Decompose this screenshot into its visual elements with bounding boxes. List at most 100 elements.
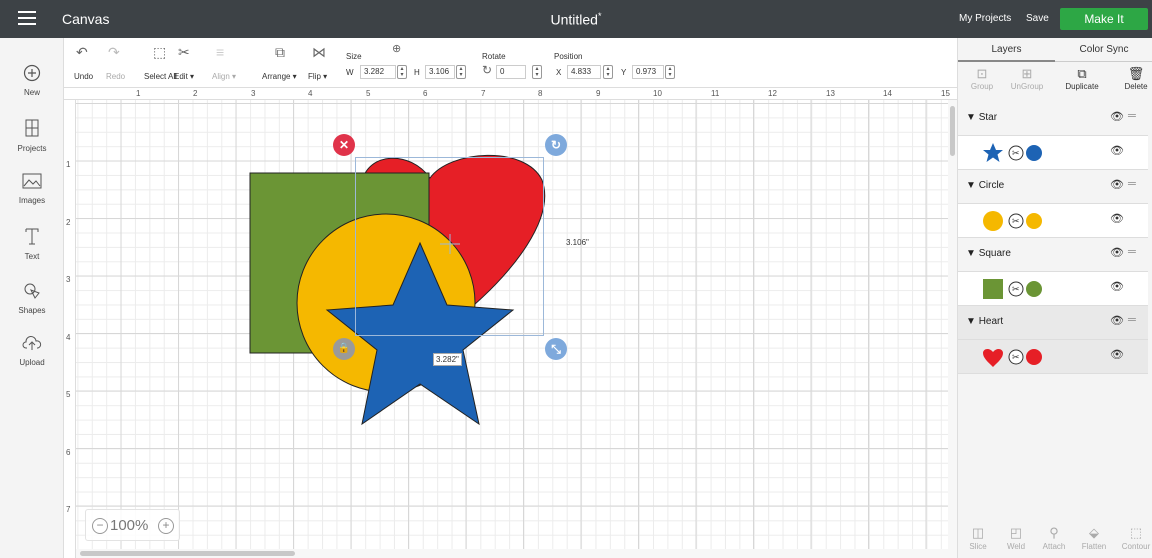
x-input[interactable]: 4.833 xyxy=(567,65,601,79)
delete-handle-icon[interactable]: ✕ xyxy=(333,134,355,156)
slice-button: ◫ Slice xyxy=(958,524,998,551)
arrange-menu[interactable]: Arrange ▾ xyxy=(262,72,297,81)
contour-button: ⬚ Contour xyxy=(1116,524,1152,551)
rotate-stepper[interactable]: ▴ ▾ xyxy=(532,65,542,79)
sidebar-item-projects[interactable]: Projects xyxy=(0,118,64,153)
sidebar-item-upload[interactable]: Upload xyxy=(0,334,64,367)
size-label: Size xyxy=(346,52,362,61)
eye-icon[interactable]: 👁 xyxy=(1110,280,1124,293)
rotate-input[interactable]: 0 xyxy=(496,65,526,79)
eye-icon[interactable]: 👁 xyxy=(1110,314,1124,327)
layer-item-square[interactable]: ✂ 👁 xyxy=(958,272,1148,306)
duplicate-icon: ⧉ xyxy=(1077,66,1087,81)
zoom-out-button[interactable]: − xyxy=(92,518,108,534)
drag-handle-icon[interactable]: ═ xyxy=(1128,314,1136,326)
rotate-handle-icon[interactable]: ↻ xyxy=(545,134,567,156)
shapes-icon xyxy=(0,280,64,304)
layer-item-heart[interactable]: ✂ 👁 xyxy=(958,340,1148,374)
slice-icon: ◫ xyxy=(971,525,985,540)
zoom-control: − 100% + xyxy=(85,509,180,541)
width-stepper[interactable]: ▴ ▾ xyxy=(397,65,407,79)
eye-icon[interactable]: 👁 xyxy=(1110,348,1124,361)
layer-group-heart[interactable]: ▼ Heart 👁 ═ xyxy=(958,306,1148,340)
flatten-button: ⬙ Flatten xyxy=(1074,524,1114,551)
drag-handle-icon[interactable]: ═ xyxy=(1128,178,1136,190)
sidebar-label: Images xyxy=(18,196,46,205)
eye-icon[interactable]: 👁 xyxy=(1110,246,1124,259)
ungroup-button: ⊞ UnGroup xyxy=(1003,66,1051,91)
unsaved-mark: * xyxy=(597,11,602,21)
duplicate-button[interactable]: ⧉ Duplicate xyxy=(1058,66,1106,91)
top-ruler: 1 2 3 4 5 6 7 8 9 10 11 12 13 14 15 xyxy=(64,88,957,100)
tab-color-sync[interactable]: Color Sync xyxy=(1055,38,1152,62)
save-link[interactable]: Save xyxy=(1026,13,1049,24)
eye-icon[interactable]: 👁 xyxy=(1110,178,1124,191)
height-input[interactable]: 3.106 xyxy=(425,65,455,79)
horizontal-scroll-thumb[interactable] xyxy=(80,551,295,556)
layer-actions-bar: ◫ Slice ◰ Weld ⚲ Attach ⬙ Flatten ⬚ Contour xyxy=(958,524,1152,558)
flip-icon[interactable]: ⋈ xyxy=(312,44,326,61)
document-title[interactable]: Untitled xyxy=(551,12,598,28)
vertical-scroll-thumb[interactable] xyxy=(950,106,955,156)
lock-handle-icon[interactable]: 🔒 xyxy=(333,338,355,360)
vertical-scrollbar[interactable] xyxy=(948,100,957,558)
layer-group-circle[interactable]: ▼ Circle 👁 ═ xyxy=(958,170,1148,204)
svg-text:✂: ✂ xyxy=(1012,216,1020,226)
ruler-tick: 4 xyxy=(308,89,313,98)
height-stepper[interactable]: ▴ ▾ xyxy=(456,65,466,79)
layer-group-square[interactable]: ▼ Square 👁 ═ xyxy=(958,238,1148,272)
y-input[interactable]: 0.973 xyxy=(632,65,664,79)
ruler-tick: 4 xyxy=(66,333,71,342)
drag-handle-icon[interactable]: ═ xyxy=(1128,110,1136,122)
ruler-tick: 5 xyxy=(66,390,71,399)
layer-item-star[interactable]: ✂ 👁 xyxy=(958,136,1148,170)
sidebar-item-text[interactable]: Text xyxy=(0,226,64,261)
edit-menu[interactable]: Edit ▾ xyxy=(174,72,194,81)
select-all-icon[interactable]: ⬚ xyxy=(153,44,166,61)
selection-box[interactable] xyxy=(355,157,544,336)
layer-group-star[interactable]: ▼ Star 👁 ═ xyxy=(958,102,1148,136)
sidebar-item-new[interactable]: New xyxy=(0,64,64,97)
eye-icon[interactable]: 👁 xyxy=(1110,110,1124,123)
layer-name: ▼ Star xyxy=(966,112,998,123)
menu-icon[interactable] xyxy=(18,11,36,25)
tab-layers[interactable]: Layers xyxy=(958,38,1055,62)
ruler-tick: 3 xyxy=(251,89,256,98)
projects-icon xyxy=(0,118,64,142)
my-projects-link[interactable]: My Projects xyxy=(959,13,1011,24)
weld-icon: ◰ xyxy=(1009,525,1023,540)
sidebar-item-shapes[interactable]: Shapes xyxy=(0,280,64,315)
undo-icon[interactable]: ↶ xyxy=(76,44,88,61)
resize-handle-icon[interactable]: ⤡ xyxy=(545,338,567,360)
ruler-tick: 10 xyxy=(653,89,662,98)
sidebar-item-images[interactable]: Images xyxy=(0,172,64,205)
lock-ratio-icon[interactable]: ⊕ xyxy=(392,42,401,55)
x-stepper[interactable]: ▴ ▾ xyxy=(603,65,613,79)
arrange-icon[interactable]: ⧉ xyxy=(275,44,285,61)
scissors-icon[interactable]: ✂ xyxy=(178,44,190,61)
y-stepper[interactable]: ▴ ▾ xyxy=(665,65,675,79)
y-label: Y xyxy=(621,68,627,77)
plus-circle-icon xyxy=(0,64,64,86)
sidebar-label: Upload xyxy=(19,358,45,367)
eye-icon[interactable]: 👁 xyxy=(1110,212,1124,225)
top-bar: Canvas Untitled* My Projects Save Make I… xyxy=(0,0,1152,38)
drag-handle-icon[interactable]: ═ xyxy=(1128,246,1136,258)
ruler-tick: 6 xyxy=(423,89,428,98)
zoom-in-button[interactable]: + xyxy=(158,518,174,534)
make-it-button[interactable]: Make It xyxy=(1060,8,1148,30)
flip-menu[interactable]: Flip ▾ xyxy=(308,72,327,81)
select-all-button[interactable]: Select All xyxy=(144,72,177,81)
left-ruler: 1 2 3 4 5 6 7 xyxy=(64,100,76,558)
delete-button[interactable]: 🗑 Delete xyxy=(1112,66,1152,91)
layer-item-circle[interactable]: ✂ 👁 xyxy=(958,204,1148,238)
width-dimension-label: 3.282" xyxy=(433,353,462,366)
star-swatch: ✂ xyxy=(983,143,1042,162)
ruler-tick: 3 xyxy=(66,275,71,284)
ruler-tick: 5 xyxy=(366,89,371,98)
undo-button[interactable]: Undo xyxy=(74,72,93,81)
eye-icon[interactable]: 👁 xyxy=(1110,144,1124,157)
width-input[interactable]: 3.282 xyxy=(360,65,396,79)
ruler-tick: 1 xyxy=(66,160,71,169)
heart-swatch: ✂ xyxy=(983,349,1042,367)
